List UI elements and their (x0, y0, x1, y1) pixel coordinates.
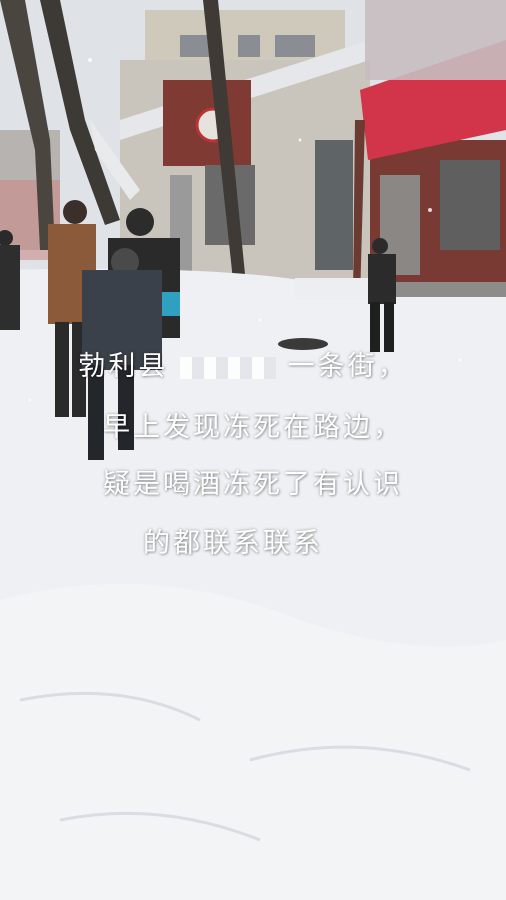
caption-line-1-prefix: 勃利县 (78, 351, 169, 382)
caption-line-1: 勃利县 一条街， (0, 344, 496, 383)
caption-line-3: 疑是喝酒冻死了有认识 (103, 469, 403, 500)
snow-street-photo: 勃利县 一条街， 早上发现冻死在路边， 疑是喝酒冻死了有认识 的都联系联系 (0, 0, 506, 900)
building-door (315, 140, 353, 270)
mosaic-blur (365, 0, 506, 80)
caption-line-2: 早上发现冻死在路边， (103, 412, 403, 443)
photo-illustration (0, 0, 506, 900)
redacted-street-name (180, 356, 276, 379)
caption-line-1-suffix: 一条街， (287, 351, 408, 382)
caption-line-4: 的都联系联系 (143, 528, 323, 559)
